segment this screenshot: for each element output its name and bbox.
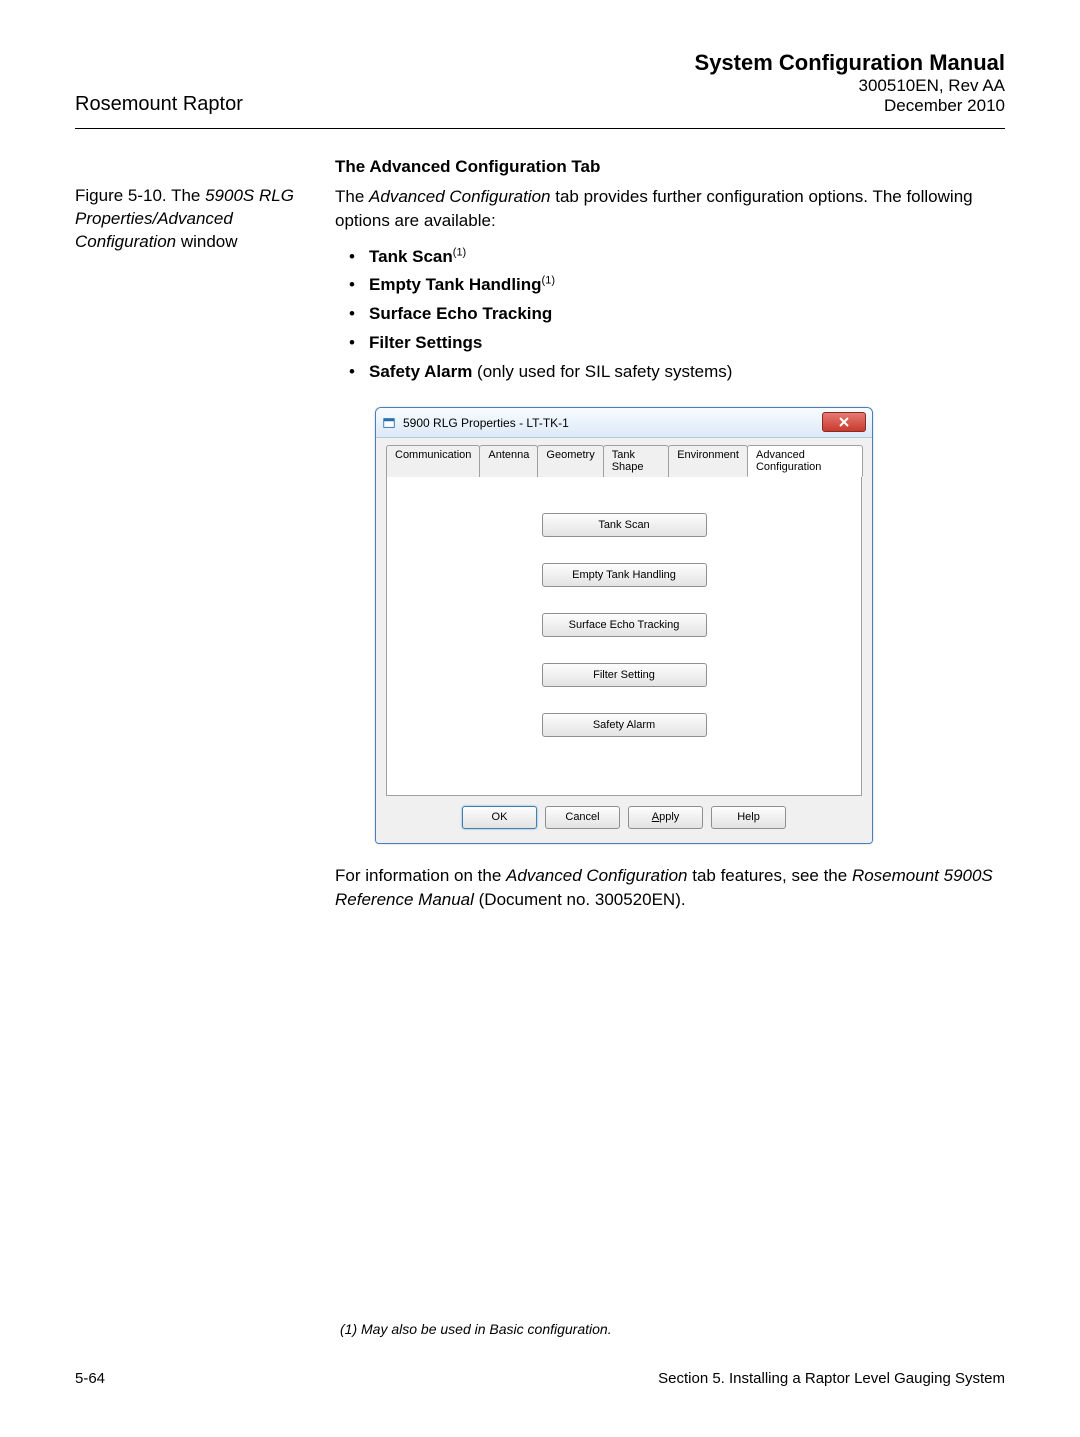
section-label: Section 5. Installing a Raptor Level Gau…	[658, 1370, 1005, 1387]
list-item: Surface Echo Tracking	[369, 300, 1005, 329]
empty-tank-handling-button[interactable]: Empty Tank Handling	[542, 563, 707, 587]
tab-strip: Communication Antenna Geometry Tank Shap…	[386, 444, 862, 476]
cancel-button[interactable]: Cancel	[545, 806, 620, 829]
apply-button[interactable]: Apply	[628, 806, 703, 829]
manual-title: System Configuration Manual	[695, 50, 1005, 76]
page-number: 5-64	[75, 1370, 105, 1387]
list-item: Safety Alarm (only used for SIL safety s…	[369, 358, 1005, 387]
tab-communication[interactable]: Communication	[386, 445, 480, 477]
safety-alarm-button[interactable]: Safety Alarm	[542, 713, 707, 737]
section-heading: The Advanced Configuration Tab	[335, 157, 1005, 177]
filter-setting-button[interactable]: Filter Setting	[542, 663, 707, 687]
surface-echo-tracking-button[interactable]: Surface Echo Tracking	[542, 613, 707, 637]
figure-caption: Figure 5-10. The 5900S RLG Properties/Ad…	[75, 185, 335, 254]
tank-scan-button[interactable]: Tank Scan	[542, 513, 707, 537]
tab-tank-shape[interactable]: Tank Shape	[603, 445, 670, 477]
list-item: Empty Tank Handling(1)	[369, 271, 1005, 300]
page-footer: 5-64 Section 5. Installing a Raptor Leve…	[75, 1370, 1005, 1387]
tab-geometry[interactable]: Geometry	[537, 445, 603, 477]
dialog-titlebar[interactable]: 5900 RLG Properties - LT-TK-1	[376, 408, 872, 438]
close-button[interactable]	[822, 412, 866, 432]
help-button[interactable]: Help	[711, 806, 786, 829]
product-name: Rosemount Raptor	[75, 93, 243, 116]
close-icon	[839, 417, 849, 427]
intro-text: The Advanced Configuration tab provides …	[335, 185, 1005, 233]
doc-number: 300510EN, Rev AA	[695, 76, 1005, 96]
footnote: (1) May also be used in Basic configurat…	[340, 1321, 612, 1337]
window-icon	[381, 415, 397, 431]
doc-date: December 2010	[695, 96, 1005, 116]
list-item: Tank Scan(1)	[369, 243, 1005, 272]
page-header: Rosemount Raptor System Configuration Ma…	[75, 50, 1005, 129]
tab-environment[interactable]: Environment	[668, 445, 748, 477]
tab-antenna[interactable]: Antenna	[479, 445, 538, 477]
options-list: Tank Scan(1) Empty Tank Handling(1) Surf…	[335, 243, 1005, 387]
tab-advanced-configuration[interactable]: Advanced Configuration	[747, 445, 863, 477]
list-item: Filter Settings	[369, 329, 1005, 358]
reference-text: For information on the Advanced Configur…	[335, 864, 1005, 912]
properties-dialog: 5900 RLG Properties - LT-TK-1 Communicat…	[375, 407, 873, 844]
dialog-footer: OK Cancel Apply Help	[386, 796, 862, 833]
ok-button[interactable]: OK	[462, 806, 537, 829]
dialog-title: 5900 RLG Properties - LT-TK-1	[403, 416, 569, 430]
tab-panel: Tank Scan Empty Tank Handling Surface Ec…	[386, 476, 862, 796]
